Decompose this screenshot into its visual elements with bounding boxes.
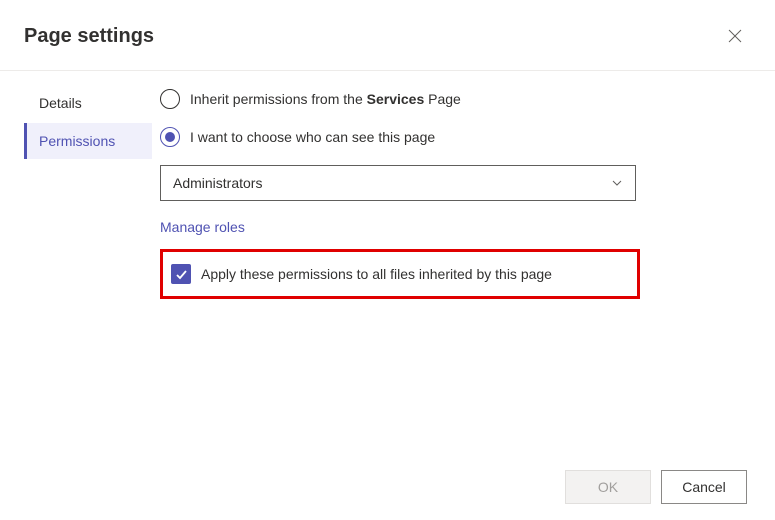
apply-permissions-label: Apply these permissions to all files inh…: [201, 266, 552, 282]
ok-button: OK: [565, 470, 651, 504]
radio-inherit-label: Inherit permissions from the Services Pa…: [190, 91, 461, 107]
radio-inherit-suffix: Page: [424, 91, 461, 107]
cancel-button[interactable]: Cancel: [661, 470, 747, 504]
radio-choose[interactable]: I want to choose who can see this page: [160, 127, 735, 147]
radio-inherit[interactable]: Inherit permissions from the Services Pa…: [160, 89, 735, 109]
tab-permissions[interactable]: Permissions: [24, 123, 152, 159]
chevron-down-icon: [611, 177, 623, 189]
apply-permissions-checkbox[interactable]: Apply these permissions to all files inh…: [171, 252, 629, 296]
checkbox-icon: [171, 264, 191, 284]
dialog-footer: OK Cancel: [565, 470, 747, 504]
manage-roles-link[interactable]: Manage roles: [160, 219, 245, 235]
dialog-title: Page settings: [24, 25, 154, 48]
radio-inherit-prefix: Inherit permissions from the: [190, 91, 367, 107]
content-panel: Inherit permissions from the Services Pa…: [160, 85, 775, 299]
role-select-value: Administrators: [173, 175, 262, 191]
dialog-header: Page settings: [0, 0, 775, 71]
radio-dot-icon: [165, 132, 175, 142]
close-icon: [728, 29, 742, 43]
radio-icon: [160, 89, 180, 109]
close-button[interactable]: [719, 20, 751, 52]
dialog-body: Details Permissions Inherit permissions …: [0, 71, 775, 299]
radio-choose-label: I want to choose who can see this page: [190, 129, 435, 145]
sidebar: Details Permissions: [0, 85, 160, 299]
tab-details[interactable]: Details: [24, 85, 152, 121]
role-select[interactable]: Administrators: [160, 165, 636, 201]
radio-inherit-bold: Services: [367, 91, 425, 107]
radio-icon: [160, 127, 180, 147]
highlight-box: Apply these permissions to all files inh…: [160, 249, 640, 299]
